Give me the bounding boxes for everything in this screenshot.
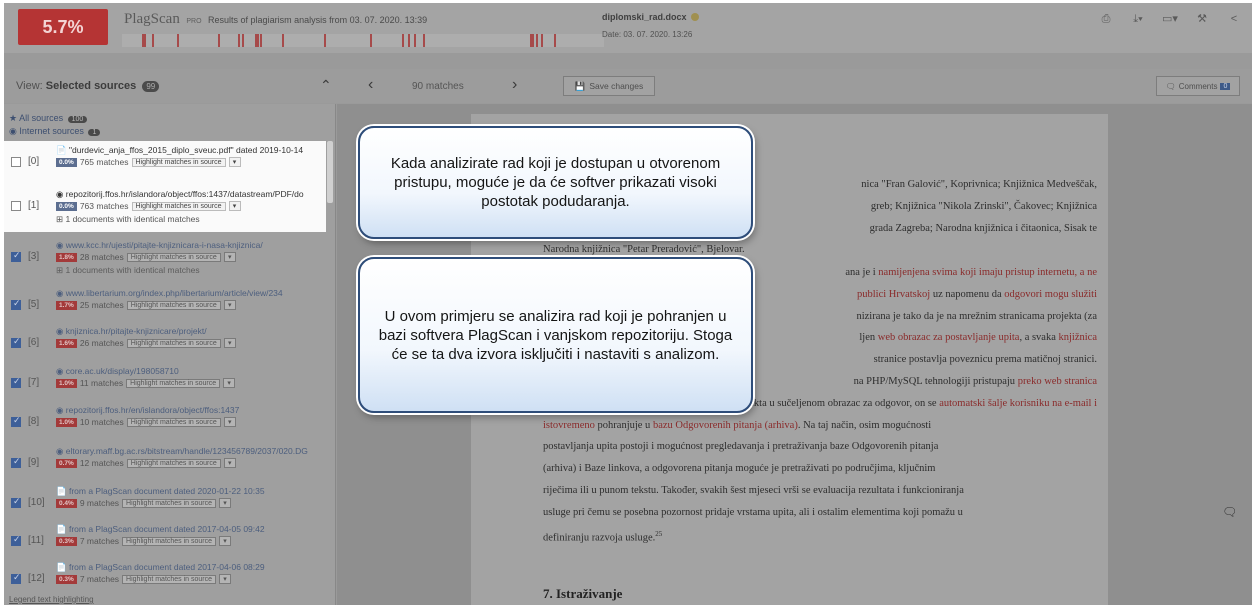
highlight-matches-button[interactable]: Highlight matches in source — [122, 536, 217, 546]
dropdown-caret-icon[interactable]: ▾ — [228, 157, 241, 167]
pro-tag: PRO — [186, 18, 202, 25]
report-header: 5.7% PlagScan PRO Results of plagiarism … — [4, 3, 1252, 53]
match-percentage: 1.7% — [56, 300, 77, 310]
next-match-icon[interactable]: › — [512, 76, 517, 94]
match-percentage: 1.0% — [56, 378, 77, 388]
match-percentage: 0.4% — [56, 498, 77, 508]
previous-match-icon[interactable]: ‹ — [368, 76, 373, 94]
collapse-chevron-up-icon[interactable]: ⌃ — [320, 77, 332, 94]
print-icon[interactable]: ⎙ — [1098, 13, 1114, 25]
source-title[interactable]: ◉ core.ac.uk/display/198058710 — [56, 366, 322, 377]
save-changes-button[interactable]: 💾 Save changes — [563, 76, 655, 96]
source-checkbox[interactable] — [11, 157, 21, 167]
source-checkbox[interactable] — [11, 534, 21, 546]
section-heading: 7. Istraživanje — [543, 586, 623, 601]
source-title[interactable]: 📄 from a PlagScan document dated 2017-04… — [56, 562, 322, 573]
dropdown-caret-icon[interactable]: ▾ — [223, 378, 236, 388]
source-title[interactable]: 📄 from a PlagScan document dated 2017-04… — [56, 524, 322, 535]
source-checkbox[interactable] — [11, 336, 21, 348]
source-title[interactable]: 📄 from a PlagScan document dated 2020-01… — [56, 486, 322, 497]
match-percentage: 0.3% — [56, 574, 77, 584]
source-checkbox[interactable] — [11, 496, 21, 508]
globe-icon: ◉ — [9, 126, 17, 136]
source-checkbox[interactable] — [11, 415, 21, 427]
source-checkbox[interactable] — [11, 250, 21, 262]
source-title[interactable]: ◉ knjiznica.hr/pitajte-knjiznicare/proje… — [56, 326, 322, 337]
dropdown-caret-icon[interactable]: ▾ — [223, 417, 236, 427]
highlight-matches-button[interactable]: Highlight matches in source — [126, 458, 221, 468]
source-checkbox[interactable] — [11, 456, 21, 468]
match-distribution-bar[interactable] — [122, 34, 604, 47]
match-percentage: 0.3% — [56, 536, 77, 546]
source-title[interactable]: ◉ www.libertarium.org/index.php/libertar… — [56, 288, 322, 299]
dropdown-caret-icon[interactable]: ▾ — [219, 498, 232, 508]
comment-bubble-icon: 🗨 — [1165, 81, 1176, 91]
identical-matches[interactable]: ⊞ 1 documents with identical matches — [56, 265, 200, 276]
match-percentage: 0.0% — [56, 201, 77, 211]
match-percentage: 0.0% — [56, 157, 77, 167]
plagiarism-score: 5.7% — [18, 9, 108, 45]
download-icon[interactable]: ⤓▾ — [1130, 13, 1146, 25]
source-title[interactable]: ◉ eltorary.maff.bg.ac.rs/bitstream/handl… — [56, 446, 322, 457]
save-icon: 💾 — [574, 80, 586, 91]
source-checkbox[interactable] — [11, 376, 21, 388]
display-icon[interactable]: ▭▾ — [1162, 13, 1178, 25]
highlight-matches-button[interactable]: Highlight matches in source — [131, 201, 226, 211]
callout-exclude-sources: U ovom primjeru se analizira rad koji je… — [358, 257, 753, 413]
comments-button[interactable]: 🗨 Comments 0 — [1156, 76, 1240, 96]
match-percentage: 1.8% — [56, 252, 77, 262]
highlight-matches-button[interactable]: Highlight matches in source — [122, 574, 217, 584]
plagscan-logo: PlagScan — [124, 11, 180, 27]
add-comment-icon[interactable]: 🗨 — [1222, 505, 1237, 519]
highlight-matches-button[interactable]: Highlight matches in source — [126, 300, 221, 310]
document-date: Date: 03. 07. 2020. 13:26 — [602, 30, 693, 39]
star-icon: ★ — [9, 113, 18, 123]
highlight-matches-button[interactable]: Highlight matches in source — [122, 498, 217, 508]
dropdown-caret-icon[interactable]: ▾ — [223, 458, 236, 468]
share-icon[interactable]: < — [1226, 13, 1242, 25]
legend-link[interactable]: Legend text highlighting — [9, 595, 94, 604]
highlight-matches-button[interactable]: Highlight matches in source — [126, 252, 221, 262]
matches-count: 90 matches — [412, 81, 464, 92]
doc-status-icon — [690, 13, 699, 21]
match-percentage: 1.6% — [56, 338, 77, 348]
dropdown-caret-icon[interactable]: ▾ — [219, 536, 232, 546]
view-toolbar: View: Selected sources 99 ⌃ ‹ 90 matches… — [4, 69, 1252, 103]
dropdown-caret-icon[interactable]: ▾ — [223, 338, 236, 348]
source-checkbox[interactable] — [11, 298, 21, 310]
dropdown-caret-icon[interactable]: ▾ — [228, 201, 241, 211]
dropdown-caret-icon[interactable]: ▾ — [223, 300, 236, 310]
settings-icon[interactable]: ⚒ — [1194, 13, 1210, 25]
highlight-matches-button[interactable]: Highlight matches in source — [126, 338, 221, 348]
header-tools: ⎙ ⤓▾ ▭▾ ⚒ < — [1098, 13, 1242, 25]
results-line: Results of plagiarism analysis from 03. … — [208, 15, 428, 25]
source-title[interactable]: ◉ repozitorij.ffos.hr/en/islandora/objec… — [56, 405, 322, 416]
source-title[interactable]: 📄 "durdevic_anja_ffos_2015_diplo_sveuc.p… — [56, 145, 322, 156]
source-title[interactable]: ◉ repozitorij.ffos.hr/islandora/object/f… — [56, 189, 322, 200]
report-title: PlagScan PRO Results of plagiarism analy… — [124, 11, 427, 28]
highlight-matches-button[interactable]: Highlight matches in source — [131, 157, 226, 167]
dropdown-caret-icon[interactable]: ▾ — [223, 252, 236, 262]
document-name: diplomski_rad.docx — [602, 12, 699, 22]
view-selector[interactable]: View: Selected sources 99 — [16, 80, 160, 92]
filter-all-sources[interactable]: ★ All sources 100 — [9, 113, 88, 124]
source-checkbox[interactable] — [11, 572, 21, 584]
highlight-matches-button[interactable]: Highlight matches in source — [126, 378, 221, 388]
match-percentage: 0.7% — [56, 458, 77, 468]
filter-internet-sources[interactable]: ◉ Internet sources 1 — [9, 126, 101, 137]
source-checkbox[interactable] — [11, 201, 21, 211]
match-percentage: 1.0% — [56, 417, 77, 427]
identical-matches[interactable]: ⊞ 1 documents with identical matches — [56, 214, 200, 225]
dropdown-caret-icon[interactable]: ▾ — [219, 574, 232, 584]
excluded-sources-group: [0] 📄 "durdevic_anja_ffos_2015_diplo_sve… — [4, 141, 326, 232]
sidebar-scrollbar[interactable] — [327, 141, 333, 203]
highlight-matches-button[interactable]: Highlight matches in source — [126, 417, 221, 427]
source-title[interactable]: ◉ www.kcc.hr/ujesti/pitajte-knjiznicara-… — [56, 240, 322, 251]
sources-sidebar: ★ All sources 100 ◉ Internet sources 1 [… — [4, 104, 336, 605]
callout-open-access: Kada analizirate rad koji je dostupan u … — [358, 126, 753, 239]
